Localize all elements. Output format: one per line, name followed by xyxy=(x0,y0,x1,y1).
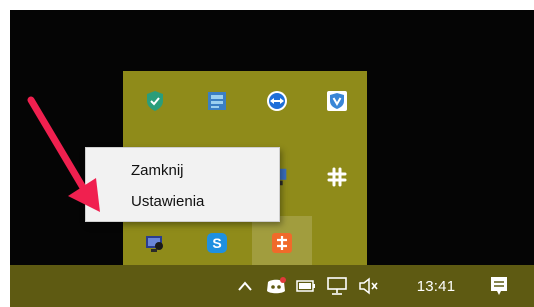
battery-icon xyxy=(296,280,315,292)
taskbar: 13:41 xyxy=(10,265,534,307)
skype-letter: S xyxy=(212,235,222,251)
taskbar-clock[interactable]: 13:41 xyxy=(410,265,462,307)
tray-volume-muted[interactable] xyxy=(355,265,383,307)
clock-time: 13:41 xyxy=(416,277,456,295)
menu-item-close[interactable]: Zamknij xyxy=(86,155,279,185)
teamviewer-icon xyxy=(267,91,287,111)
network-monitor-icon xyxy=(327,277,347,295)
chevron-up-icon xyxy=(238,281,252,291)
tray-icon-monitor-person[interactable] xyxy=(139,227,171,259)
tray-icon-orange-app[interactable] xyxy=(252,216,312,270)
tray-icon-slack[interactable] xyxy=(321,161,353,193)
menu-item-settings[interactable]: Ustawienia xyxy=(86,186,279,216)
tray-icon-shield[interactable] xyxy=(139,85,171,117)
orange-app-icon xyxy=(272,233,292,253)
show-hidden-icons-button[interactable] xyxy=(232,265,258,307)
speaker-muted-icon xyxy=(359,277,378,295)
tray-icon-network-adapter[interactable] xyxy=(201,85,233,117)
tray-icon-skype[interactable]: S xyxy=(201,227,233,259)
monitor-person-icon xyxy=(146,236,163,252)
context-menu: Zamknij Ustawienia xyxy=(85,147,280,222)
discord-icon xyxy=(267,277,286,294)
tray-network[interactable] xyxy=(323,265,351,307)
network-adapter-icon xyxy=(208,92,226,110)
desktop-background: S 13:41 Zamknij Ustawienia xyxy=(10,10,534,307)
action-center-button[interactable] xyxy=(484,265,514,307)
shield-check-icon xyxy=(147,91,163,111)
slack-icon xyxy=(327,167,347,187)
tray-discord[interactable] xyxy=(262,265,290,307)
menu-item-settings-label: Ustawienia xyxy=(131,192,205,210)
tray-icon-shield-v[interactable] xyxy=(321,85,353,117)
tray-battery[interactable] xyxy=(293,265,319,307)
menu-item-close-label: Zamknij xyxy=(131,161,184,179)
shield-v-icon xyxy=(327,91,347,111)
notification-icon xyxy=(491,277,507,295)
tray-icon-teamviewer[interactable] xyxy=(261,85,293,117)
